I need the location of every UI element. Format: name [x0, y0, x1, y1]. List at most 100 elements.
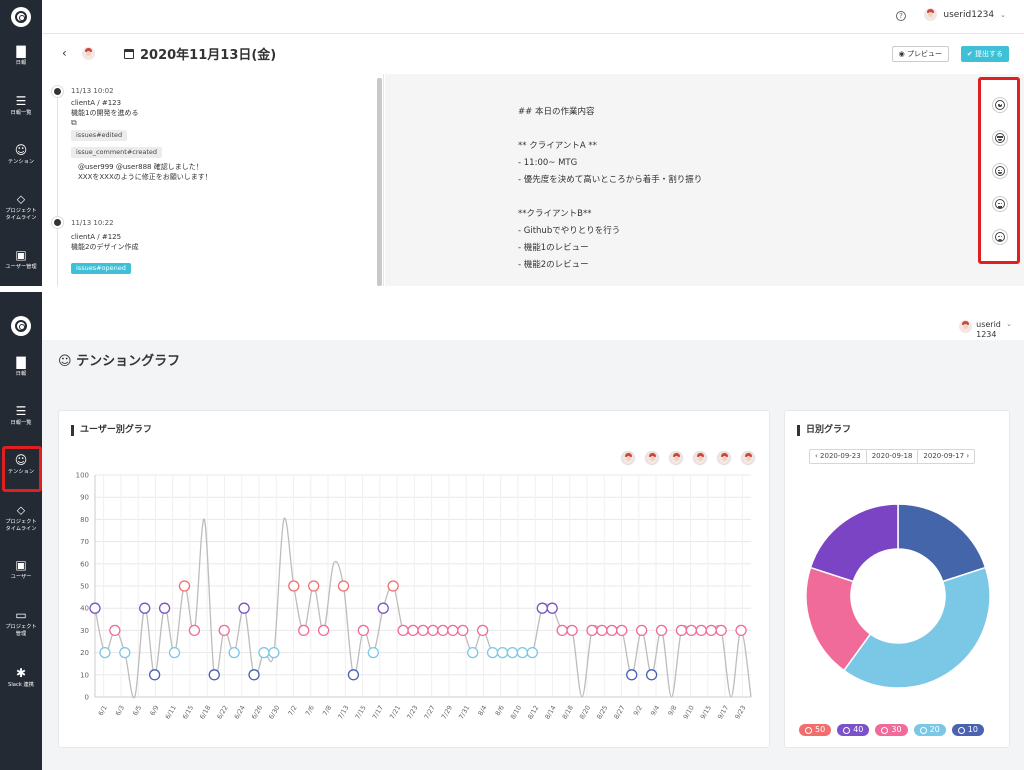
data-point — [347, 669, 360, 681]
data-point — [367, 646, 379, 659]
x-tick-label: 9/17 — [716, 704, 730, 721]
legend-label: 50 — [815, 725, 826, 734]
copy-icon[interactable]: ⧉ — [71, 118, 212, 128]
data-point — [377, 602, 389, 614]
data-point — [566, 624, 578, 637]
data-point — [735, 624, 747, 637]
data-point — [655, 624, 668, 637]
x-tick-label: 7/17 — [371, 704, 385, 721]
nav-report-list[interactable]: ☰ 日報一覧 — [0, 94, 42, 117]
legend-label: 40 — [853, 725, 864, 734]
data-point — [506, 646, 519, 659]
legend-label: 20 — [929, 725, 940, 734]
avatar[interactable] — [741, 451, 755, 465]
data-point — [636, 624, 648, 637]
donut-chart — [805, 503, 991, 689]
legend-item[interactable]: 20 — [913, 724, 946, 736]
x-tick-label: 7/31 — [457, 704, 471, 721]
avatar[interactable] — [621, 451, 635, 465]
x-tick-label: 8/14 — [543, 704, 557, 721]
x-tick-label: 7/8 — [321, 704, 333, 717]
x-tick-label: 9/8 — [666, 704, 678, 717]
y-tick-label: 90 — [80, 494, 89, 502]
data-point — [586, 624, 598, 637]
data-point — [139, 602, 151, 614]
data-point — [526, 646, 538, 659]
preview-button[interactable]: ◉ プレビュー — [891, 46, 949, 62]
nav-project-management[interactable]: ▭ プロジェクト 管理 — [0, 608, 42, 638]
slack-icon: ✱ — [15, 666, 27, 680]
avatar[interactable] — [693, 451, 707, 465]
data-point — [178, 580, 191, 592]
data-point — [536, 602, 548, 614]
nav-user-management[interactable]: ▣ ユーザー管理 — [0, 248, 42, 271]
legend-item[interactable]: 50 — [799, 724, 832, 736]
nav-users[interactable]: ▣ ユーザー — [0, 558, 42, 581]
nav-daily-report[interactable]: ▇ 日報 — [0, 355, 42, 378]
x-tick-label: 6/11 — [164, 704, 178, 721]
nav-slack[interactable]: ✱ Slack 連携 — [0, 666, 42, 689]
legend-item[interactable]: 30 — [875, 724, 908, 736]
sad-face-icon[interactable] — [992, 229, 1008, 245]
avatar[interactable] — [717, 451, 731, 465]
data-point — [715, 624, 727, 637]
face-icon — [881, 726, 889, 734]
data-point — [417, 624, 429, 637]
github-icon — [52, 217, 63, 228]
data-point — [387, 580, 399, 592]
x-tick-label: 8/27 — [612, 704, 626, 721]
date-item[interactable]: 2020-09-18 — [867, 450, 919, 463]
data-point — [248, 669, 260, 681]
data-point — [675, 624, 688, 637]
github-icon — [52, 86, 63, 97]
face-icon — [919, 726, 927, 734]
scrollbar[interactable] — [377, 78, 382, 286]
x-tick-label: 6/26 — [250, 704, 264, 721]
donut-slice[interactable] — [842, 566, 991, 689]
data-point — [268, 646, 280, 659]
list-item: 11/13 10:02 clientA / #123 機能1の開発を進める ⧉ … — [71, 87, 212, 181]
date-next[interactable]: 2020-09-17 › — [918, 450, 974, 463]
data-point — [317, 624, 330, 637]
help-icon[interactable]: ? — [896, 11, 906, 21]
nav-project-timeline[interactable]: ⬦ プロジェクト タイムライン — [0, 503, 42, 533]
x-tick-label: 7/15 — [354, 704, 368, 721]
data-point — [556, 624, 568, 637]
user-menu[interactable]: userid1234 ⌄ — [959, 320, 1012, 340]
x-tick-label: 6/18 — [198, 704, 212, 721]
date-prev[interactable]: ‹ 2020-09-23 — [810, 450, 867, 463]
neutral-face-icon[interactable] — [992, 196, 1008, 212]
data-point — [109, 624, 121, 637]
smile-face-icon[interactable] — [992, 163, 1008, 179]
avatar[interactable] — [669, 451, 683, 465]
data-point — [288, 580, 300, 592]
data-point — [447, 624, 459, 637]
app-logo[interactable] — [11, 316, 31, 336]
avatar[interactable] — [645, 451, 659, 465]
markdown-editor[interactable]: ## 本日の作業内容 ** クライアントA ** - 11:00~ MTG - … — [385, 74, 1024, 286]
x-tick-label: 9/2 — [632, 704, 644, 717]
data-point — [457, 624, 469, 637]
nav-project-timeline[interactable]: ⬦ プロジェクト タイムライン — [0, 192, 42, 222]
y-tick-label: 10 — [80, 671, 89, 679]
donut-slice[interactable] — [809, 503, 899, 583]
legend-item[interactable]: 10 — [951, 724, 984, 736]
nav-tension[interactable]: ☺ テンション — [0, 143, 42, 166]
grin-face-icon[interactable] — [992, 97, 1008, 113]
sunglasses-face-icon[interactable] — [992, 130, 1008, 146]
nav-daily-report[interactable]: ▇ 日報 — [0, 44, 42, 67]
legend-item[interactable]: 40 — [837, 724, 870, 736]
data-point — [407, 624, 419, 637]
nav-report-list[interactable]: ☰ 日報一覧 — [0, 404, 42, 427]
donut-slice[interactable] — [897, 503, 987, 583]
app-logo[interactable] — [11, 7, 31, 27]
timeline-icon: ⬦ — [16, 192, 26, 206]
submit-button[interactable]: ✔ 提出する — [960, 46, 1009, 62]
user-menu[interactable]: userid1234 ⌄ — [924, 8, 1006, 21]
data-point — [308, 580, 320, 592]
markdown-content[interactable]: ## 本日の作業内容 ** クライアントA ** - 11:00~ MTG - … — [518, 104, 702, 274]
back-button[interactable]: ‹ — [62, 46, 67, 60]
tension-graph-screen: ▇ 日報 ☰ 日報一覧 ☺ テンション ⬦ プロジェクト タイムライン ▣ ユーザー ▭ プ… — [0, 292, 1024, 770]
data-point — [546, 602, 558, 614]
x-tick-label: 8/18 — [561, 704, 575, 721]
